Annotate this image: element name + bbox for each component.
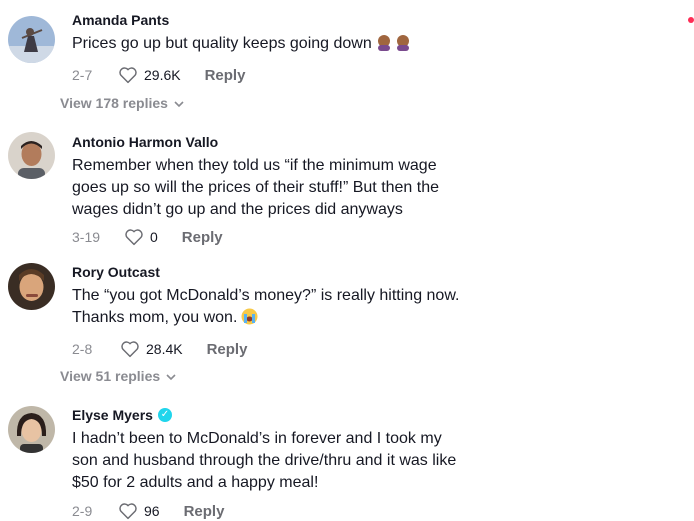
like-button[interactable]: 28.4K: [120, 340, 183, 358]
chevron-down-icon: [166, 368, 176, 384]
comment-text: Remember when they told us “if the minim…: [72, 157, 440, 218]
comment-date: 3-19: [72, 229, 101, 245]
view-replies-button[interactable]: View 51 replies: [60, 368, 176, 384]
comment-text: The “you got McDonald’s money?” is reall…: [72, 285, 674, 332]
avatar[interactable]: [8, 406, 55, 453]
like-count: 28.4K: [146, 341, 183, 357]
heart-icon: [119, 503, 137, 520]
like-count: 0: [150, 229, 158, 245]
chevron-down-icon: [174, 95, 184, 111]
comment-item: Elyse Myers ✓ I hadn’t been to McDonald’s…: [0, 403, 694, 520]
avatar[interactable]: [8, 132, 55, 179]
comment-item: Amanda Pants Prices go up but quality ke…: [0, 8, 694, 88]
verified-badge-icon: ✓: [157, 408, 172, 422]
avatar[interactable]: [8, 16, 55, 63]
comment-item: Rory Outcast The “you got McDonald’s mon…: [0, 260, 694, 360]
comment-author[interactable]: Elyse Myers ✓: [72, 407, 674, 423]
reply-button[interactable]: Reply: [182, 229, 223, 246]
comment-date: 2-7: [72, 67, 93, 83]
heart-icon: [121, 341, 139, 358]
comment-text: Prices go up but quality keeps going dow…: [72, 33, 674, 58]
like-button[interactable]: 0: [124, 228, 158, 246]
loudly-crying-face-icon: [241, 308, 258, 332]
heart-icon: [125, 229, 143, 246]
comment-author[interactable]: Rory Outcast: [72, 264, 674, 280]
comment-date: 2-9: [72, 503, 93, 519]
reply-button[interactable]: Reply: [205, 67, 246, 84]
comment-author[interactable]: Antonio Harmon Vallo: [72, 134, 674, 150]
person-facepalming-icon: [376, 33, 412, 58]
like-count: 29.6K: [144, 67, 181, 83]
like-button[interactable]: 96: [118, 502, 160, 520]
like-button[interactable]: 29.6K: [118, 66, 181, 84]
comment-date: 2-8: [72, 341, 93, 357]
avatar[interactable]: [8, 263, 55, 310]
reply-button[interactable]: Reply: [184, 503, 225, 520]
heart-icon: [119, 67, 137, 84]
comment-item: Antonio Harmon Vallo Remember when they …: [0, 130, 694, 246]
comment-author[interactable]: Amanda Pants: [72, 12, 674, 28]
comment-text: I hadn’t been to McDonald’s in forever a…: [72, 430, 457, 491]
reply-button[interactable]: Reply: [207, 341, 248, 358]
view-replies-button[interactable]: View 178 replies: [60, 95, 184, 111]
like-count: 96: [144, 503, 160, 519]
